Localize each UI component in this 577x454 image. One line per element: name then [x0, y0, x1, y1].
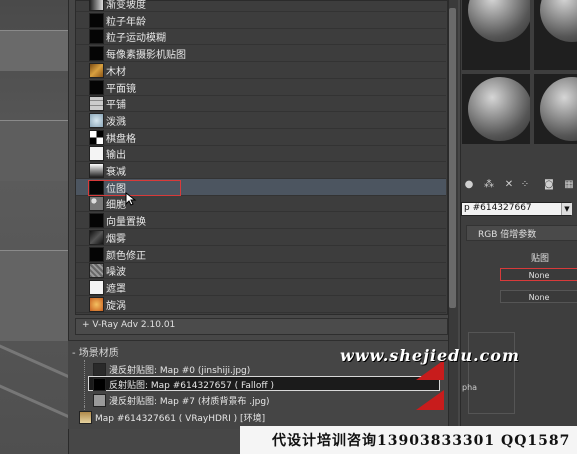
map-swatch-icon	[89, 129, 104, 145]
output-box	[468, 332, 515, 414]
map-list-item[interactable]: 渐变坡度	[76, 0, 446, 12]
material-slot[interactable]	[534, 0, 577, 70]
map-name-value: p #614327667	[464, 203, 532, 213]
chevron-down-icon[interactable]: ▼	[561, 203, 572, 215]
watermark-text: www.shejiedu.com	[340, 346, 520, 365]
environment-icon	[79, 411, 92, 424]
map-swatch-icon	[89, 96, 104, 112]
map-swatch-icon	[89, 163, 104, 178]
map-list-label: 输出	[106, 150, 126, 162]
map-swatch-icon	[89, 46, 104, 62]
map-list-label: 遮罩	[106, 283, 126, 295]
map-list-item[interactable]: 每像素摄影机贴图	[76, 45, 446, 63]
map-list-label: 颜色修正	[106, 250, 146, 262]
assign-icon[interactable]: ⁂	[482, 178, 496, 192]
alpha-label: pha	[462, 383, 478, 392]
map-list-label: 泼溅	[106, 116, 126, 128]
map-list-label: 棋盘格	[106, 133, 136, 145]
map-list-item[interactable]: 噪波	[76, 262, 446, 280]
map-list-item[interactable]: 输出	[76, 145, 446, 163]
viewport-scene[interactable]	[0, 0, 68, 454]
scene-row-reflection[interactable]: 反射贴图: Map #614327657 ( Falloff )	[88, 376, 440, 391]
map-swatch-icon	[89, 229, 104, 245]
map-list-item[interactable]: 衰减	[76, 162, 446, 179]
map-swatch-icon	[89, 62, 104, 78]
checker-icon[interactable]: ▦	[562, 178, 576, 192]
swatch-icon	[93, 363, 106, 376]
map-list-item[interactable]: 旋涡	[76, 296, 446, 313]
map-list-item[interactable]: 烟雾	[76, 229, 446, 246]
map-swatch-icon	[89, 213, 104, 229]
map-list-item[interactable]: 棋盘格	[76, 129, 446, 146]
map-list-item[interactable]: 泼溅	[76, 112, 446, 129]
map-list-item[interactable]: 木材	[76, 62, 446, 79]
vray-group-label: + V-Ray Adv 2.10.01	[82, 320, 176, 330]
map-list-item[interactable]: 向量置换	[76, 212, 446, 230]
map-list-item[interactable]: 粒子运动模糊	[76, 28, 446, 46]
scene-materials-title[interactable]: - 场景材质	[72, 344, 119, 359]
map-list-label: 旋涡	[106, 300, 126, 312]
map-swatch-icon	[89, 29, 104, 45]
map-list-label: 噪波	[106, 267, 126, 279]
material-slot[interactable]	[462, 0, 530, 70]
footer-text: 代设计培训咨询13903833301 QQ1587	[272, 433, 571, 449]
map-list-label: 木材	[106, 66, 126, 78]
map-list-label: 渐变坡度	[106, 0, 146, 11]
scene-row-diffuse-7[interactable]: 漫反射贴图: Map #7 (材质背景布 .jpg)	[88, 392, 438, 407]
material-toolbar: ● ⁂ ✕ ⁘ ◙ ▦	[462, 178, 577, 194]
map-swatch-icon	[89, 296, 104, 312]
map-list[interactable]: 渐变坡度 粒子年龄 粒子运动模糊 每像素摄影机贴图 木材 平面镜 平铺 泼溅 棋盘格 输出 衰减 位图…	[75, 0, 448, 315]
map-list-label: 粒子运动模糊	[106, 33, 166, 45]
map-list-label: 每像素摄影机贴图	[106, 50, 186, 62]
reset-icon[interactable]: ✕	[502, 178, 516, 192]
map-swatch-icon	[89, 146, 104, 162]
map-list-item[interactable]: 遮罩	[76, 279, 446, 296]
map-none-button[interactable]: None	[500, 268, 577, 281]
background-icon[interactable]: ◙	[542, 178, 556, 192]
map-list-item[interactable]: 平面镜	[76, 79, 446, 96]
map-swatch-icon	[89, 279, 104, 295]
map-list-label: 平面镜	[106, 83, 136, 95]
map-list-item[interactable]: 平铺	[76, 95, 446, 113]
map-swatch-icon	[89, 246, 104, 262]
map-list-item[interactable]: 颜色修正	[76, 246, 446, 263]
map-list-label: 烟雾	[106, 233, 126, 245]
map-swatch-icon	[89, 112, 104, 128]
map-list-label: 粒子年龄	[106, 16, 146, 28]
browser-scrollbar-thumb[interactable]	[449, 8, 456, 308]
map-label: 贴图	[531, 254, 550, 264]
material-slot[interactable]	[462, 74, 530, 144]
map-list-label: 衰减	[106, 167, 126, 178]
swatch-icon	[93, 378, 106, 391]
material-slot[interactable]	[534, 74, 577, 144]
swatch-icon	[93, 394, 106, 407]
map-swatch-icon	[89, 0, 104, 11]
mouse-cursor-icon	[125, 192, 137, 206]
rgb-params-title: RGB 倍增参数	[478, 230, 537, 240]
scene-row-environment[interactable]: Map #614327661 ( VRayHDRI ) [环境]	[76, 409, 436, 424]
map-swatch-icon	[89, 12, 104, 28]
map-list-item[interactable]: 粒子年龄	[76, 12, 446, 29]
map-none-button[interactable]: None	[500, 290, 577, 303]
map-swatch-icon	[89, 196, 104, 212]
map-list-label: 平铺	[106, 100, 126, 112]
map-list-label: 细胞	[106, 200, 126, 212]
map-swatch-icon	[89, 79, 104, 95]
red-corner-marker	[416, 390, 444, 410]
map-list-label: 向量置换	[106, 217, 146, 229]
map-swatch-icon	[89, 263, 104, 279]
unique-icon[interactable]: ⁘	[518, 178, 532, 192]
put-to-scene-icon[interactable]: ●	[462, 178, 476, 192]
